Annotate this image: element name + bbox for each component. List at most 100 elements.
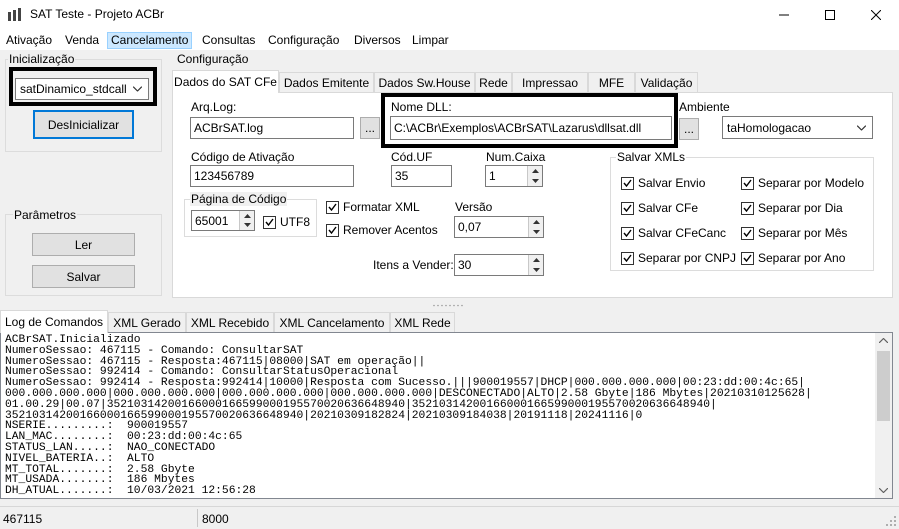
separar-modelo-label: Separar por Modelo [758,176,865,190]
salvar-cfecanc-checkbox[interactable]: Salvar CFeCanc [621,226,726,240]
read-button[interactable]: Ler [32,233,135,256]
app-icon [8,8,21,21]
tab-impressao[interactable]: Impressao [512,72,588,93]
tab-xml-recebido[interactable]: XML Recebido [186,312,274,333]
save-button[interactable]: Salvar [32,265,135,288]
dll-label: Nome DLL: [391,100,452,114]
spin-up-button[interactable] [527,166,542,176]
tab-dados-sat[interactable]: Dados do SAT CFe [172,70,279,93]
salvar-cfecanc-label: Salvar CFeCanc [638,226,727,240]
chevron-up-icon [532,220,540,224]
tab-dados-swhouse[interactable]: Dados Sw.House [374,72,475,93]
menu-limpar[interactable]: Limpar [409,32,452,49]
params-group-label: Parâmetros [13,208,78,222]
pagina-spin[interactable]: 65001 [191,210,255,231]
spin-down-button[interactable] [239,220,254,230]
arq-log-browse-button[interactable]: ... [360,117,380,139]
chevron-down-icon [532,230,540,234]
num-caixa-spin[interactable]: 1 [485,165,543,187]
salvar-cfe-label: Salvar CFe [638,201,699,215]
spin-up-button[interactable] [528,255,543,265]
log-line: DH_ATUAL.......: 10/03/2021 12:56:28 [5,485,256,498]
itens-spin[interactable]: 30 [454,254,544,276]
check-icon [621,176,634,190]
check-icon [263,215,276,229]
chevron-up-icon [243,213,251,218]
tab-xml-gerado[interactable]: XML Gerado [108,312,186,333]
spin-down-button[interactable] [528,265,543,275]
check-icon [741,251,754,265]
model-value: satDinamico_stdcall [20,82,127,96]
formatar-xml-label: Formatar XML [343,200,420,214]
separar-modelo-checkbox[interactable]: Separar por Modelo [741,176,864,190]
menu-venda[interactable]: Venda [62,32,102,49]
tab-dados-emitente[interactable]: Dados Emitente [279,72,374,93]
maximize-icon [825,10,835,20]
ambiente-value: taHomologacao [727,120,812,135]
arq-log-input[interactable]: ACBrSAT.log [190,117,354,139]
utf8-label: UTF8 [280,215,310,229]
log-scrollbar[interactable] [875,333,892,498]
resize-grip-icon[interactable] [885,515,897,527]
status-session: 467115 [3,512,43,526]
tab-xml-rede[interactable]: XML Rede [390,312,455,333]
salvar-cfe-checkbox[interactable]: Salvar CFe [621,201,698,215]
log-line: 01.00.29|00.07|3521031420016600016659900… [5,398,717,411]
spin-down-button[interactable] [528,227,543,237]
check-icon [621,201,634,215]
utf8-checkbox[interactable]: UTF8 [263,215,310,229]
scroll-thumb[interactable] [877,351,890,421]
menu-ativacao[interactable]: Ativação [3,32,55,49]
ambiente-combo[interactable]: taHomologacao [722,116,873,139]
spin-up-button[interactable] [239,211,254,221]
tab-mfe[interactable]: MFE [588,72,635,93]
menu-configuracao[interactable]: Configuração [265,32,342,49]
tab-xml-cancelamento[interactable]: XML Cancelamento [274,312,390,333]
chevron-down-icon [133,86,142,92]
num-caixa-label: Num.Caixa [486,150,546,164]
check-icon [621,226,634,240]
tab-validacao[interactable]: Validação [635,72,698,93]
close-button[interactable] [853,0,899,30]
remover-acentos-checkbox[interactable]: Remover Acentos [326,223,438,237]
log-memo[interactable]: ACBrSAT.Inicializado NumeroSessao: 467115… [0,332,893,499]
cod-uf-label: Cód.UF [391,150,433,164]
tab-log-comandos[interactable]: Log de Comandos [0,310,108,333]
separar-dia-checkbox[interactable]: Separar por Dia [741,201,843,215]
log-lines: ACBrSAT.Inicializado NumeroSessao: 467115… [5,334,812,498]
separar-cnpj-checkbox[interactable]: Separar por CNPJ [621,251,736,265]
check-icon [741,226,754,240]
separar-cnpj-label: Separar por CNPJ [638,251,737,265]
separar-ano-checkbox[interactable]: Separar por Ano [741,251,845,265]
cod-ativ-input[interactable]: 123456789 [190,165,354,187]
menu-consultas[interactable]: Consultas [199,32,258,49]
check-icon [741,201,754,215]
spin-down-button[interactable] [527,176,542,186]
formatar-xml-checkbox[interactable]: Formatar XML [326,200,420,214]
tab-rede[interactable]: Rede [475,72,512,93]
cod-uf-input[interactable]: 35 [391,165,452,187]
num-caixa-value: 1 [489,169,496,183]
versao-value: 0,07 [458,220,482,234]
title-bar: SAT Teste - Projeto ACBr [0,0,899,30]
close-icon [871,10,881,20]
itens-label: Itens a Vender: [373,258,454,272]
salvar-envio-checkbox[interactable]: Salvar Envio [621,176,705,190]
model-combo[interactable]: satDinamico_stdcall [15,78,149,100]
spin-up-button[interactable] [528,217,543,227]
separar-mes-checkbox[interactable]: Separar por Mês [741,226,847,240]
deinit-button[interactable]: DesInicializar [33,110,134,139]
config-group-label: Configuração [176,52,250,66]
menu-cancelamento[interactable]: Cancelamento [107,32,193,49]
versao-spin[interactable]: 0,07 [454,216,544,238]
dll-browse-button[interactable]: ... [679,118,699,140]
maximize-button[interactable] [807,0,853,30]
splitter[interactable] [0,302,899,308]
menu-diversos[interactable]: Diversos [351,32,404,49]
dll-input[interactable]: C:\ACBr\Exemplos\ACBrSAT\Lazarus\dllsat.… [390,116,672,140]
init-group-label: Inicialização [8,52,76,66]
minimize-button[interactable] [761,0,807,30]
check-icon [741,176,754,190]
status-bar: 467115 8000 [0,506,899,529]
chevron-down-icon [532,268,540,272]
